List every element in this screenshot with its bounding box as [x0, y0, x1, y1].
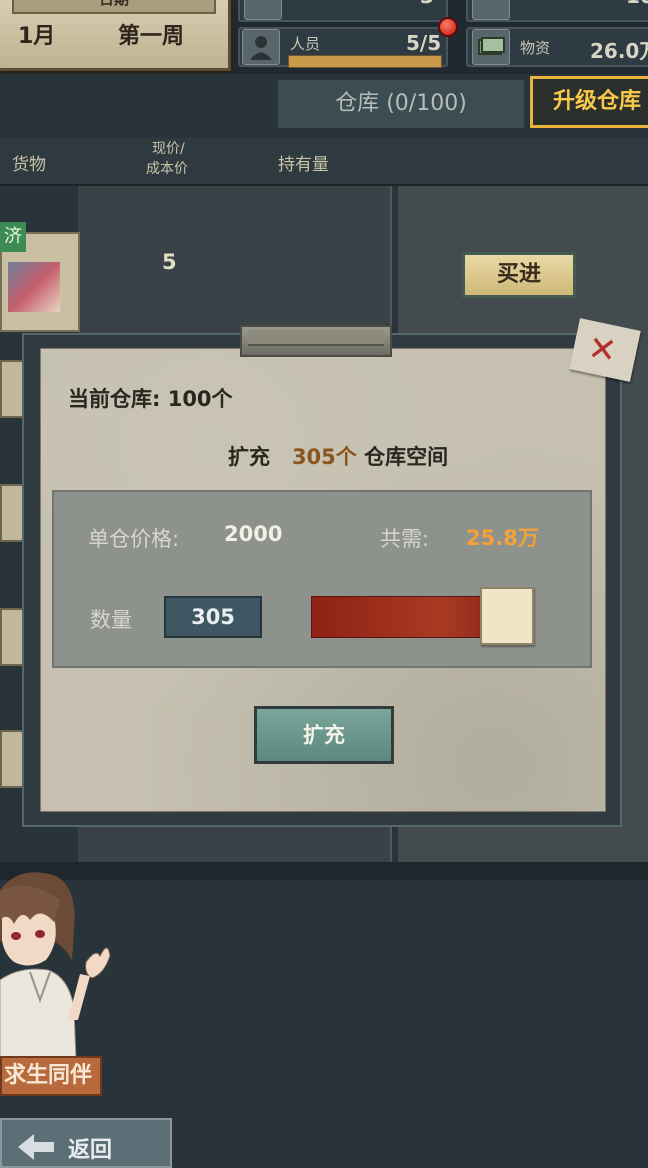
expand-summary: 扩充 305个 仓库空间 [228, 441, 448, 471]
total-label: 共需: [380, 527, 430, 551]
col-price-line1: 现价/ [152, 141, 185, 157]
unit-price-value: 2000 [224, 522, 283, 546]
col-holding: 持有量 [278, 155, 329, 175]
companion-portrait[interactable] [0, 870, 112, 1061]
quantity-input[interactable]: 305 [164, 596, 262, 638]
staff-label: 人员 [290, 35, 321, 53]
stat-cell-supplies[interactable]: 物资 26.0万 [466, 27, 648, 67]
clipboard-clip-inner [248, 330, 384, 346]
date-month: 1月 [18, 24, 56, 49]
quantity-label: 数量 [90, 608, 132, 632]
category-tag: 济 [0, 222, 26, 252]
warehouse-capacity: 仓库 (0/100) [278, 80, 524, 128]
supplies-label: 物资 [520, 39, 551, 57]
col-goods: 货物 [12, 155, 46, 175]
notification-dot [438, 17, 458, 37]
expand-suffix: 仓库空间 [364, 445, 449, 469]
vehicle-icon [244, 0, 282, 20]
companion-label[interactable]: 求生同伴 [0, 1056, 102, 1096]
close-x-icon[interactable]: ✕ [585, 328, 619, 372]
staff-bar [288, 55, 442, 68]
food-icon [472, 0, 510, 20]
date-panel: 日期 1月 第一周 [0, 0, 231, 71]
supplies-value: 26.0万 [590, 39, 648, 63]
upgrade-warehouse-button[interactable]: 升级仓库 [530, 76, 648, 128]
holding-qty: 5 [162, 250, 177, 274]
date-tab: 日期 [12, 0, 216, 14]
date-week: 第一周 [118, 24, 185, 49]
stat-cell-staff[interactable]: 人员 5/5 [238, 27, 448, 68]
stat-top-right-value: 10 [626, 0, 648, 8]
expand-prefix: 扩充 [228, 445, 270, 469]
money-icon [472, 29, 510, 65]
staff-value: 5/5 [406, 31, 442, 55]
col-price-line2: 成本价 [146, 161, 188, 177]
back-label: 返回 [68, 1138, 113, 1163]
slider-handle[interactable] [480, 587, 534, 645]
table-header: 货物 现价/ 成本价 持有量 [0, 138, 648, 186]
confirm-expand-button[interactable]: 扩充 [254, 706, 394, 764]
back-arrow-icon [16, 1132, 56, 1168]
expand-count: 305个 [291, 445, 357, 469]
buy-button[interactable]: 买进 [462, 252, 576, 298]
person-icon [242, 29, 280, 65]
magazine-icon [8, 262, 60, 312]
back-button[interactable]: 返回 [0, 1118, 172, 1168]
current-warehouse: 当前仓库: 100个 [68, 387, 233, 411]
total-value: 25.8万 [466, 526, 539, 550]
stat-cell-top-left[interactable]: 3 [238, 0, 448, 22]
stat-top-left-value: 3 [420, 0, 434, 8]
unit-price-label: 单仓价格: [88, 527, 180, 551]
stat-cell-top-right[interactable]: 10 [466, 0, 648, 22]
